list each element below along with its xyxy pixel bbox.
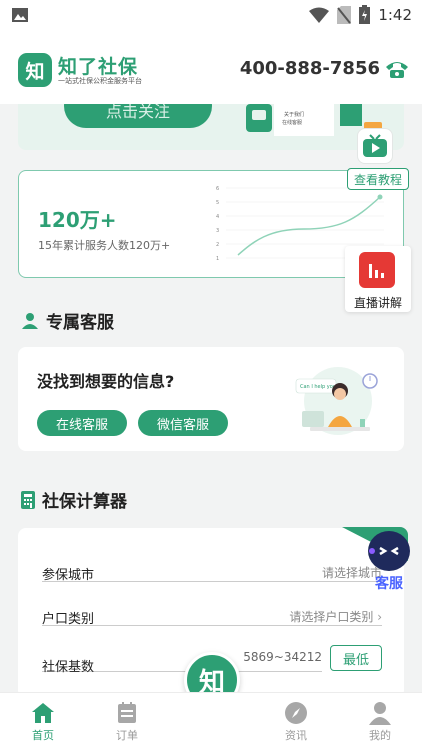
chart-tick-5: 5 [216, 200, 219, 206]
status-bar: 1:42 [0, 0, 422, 30]
tab-orders[interactable]: 订单 [92, 693, 162, 750]
hukou-label: 户口类别 [42, 612, 95, 627]
banner-follow-button[interactable]: 点击关注 [64, 104, 212, 128]
video-tutorial-button[interactable] [357, 128, 393, 164]
tab-profile-label: 我的 [369, 729, 391, 742]
profile-icon [369, 702, 391, 725]
app-header: 知 知了社保 一站式社保公积金服务平台 400-888-7856 [0, 30, 422, 104]
home-icon [32, 703, 54, 723]
banner-art-line-2: 在线客服 [282, 119, 302, 126]
orders-icon [118, 702, 136, 723]
calculator-icon [21, 490, 35, 509]
hukou-value[interactable]: 请选择户口类别 › [289, 608, 382, 625]
city-label: 参保城市 [42, 568, 95, 583]
service-section-label: 专属客服 [46, 313, 114, 333]
wifi-icon [309, 7, 330, 23]
calculator-section-title: 社保计算器 [21, 487, 127, 512]
person-icon [22, 312, 38, 329]
status-time: 1:42 [378, 5, 412, 24]
tab-news-label: 资讯 [285, 729, 307, 742]
banner-art-line-1: 关于我们 [284, 111, 304, 118]
image-notification-icon [12, 8, 28, 22]
customer-service-illustration: Can I help you? [295, 367, 378, 435]
base-row[interactable]: 社保基数 5869~34212 [42, 650, 322, 675]
live-explain-label: 直播讲解 [353, 296, 402, 310]
live-explain-button[interactable]: 直播讲解 [345, 246, 411, 312]
compass-icon [285, 702, 307, 724]
chart-tick-4: 4 [216, 214, 219, 220]
phone-icon[interactable] [384, 59, 410, 79]
chart-tick-3: 3 [216, 228, 219, 234]
base-label: 社保基数 [42, 660, 95, 675]
live-broadcast-icon [359, 252, 395, 288]
logo-icon: 知 [18, 53, 52, 87]
hotline-number[interactable]: 400-888-7856 [240, 58, 380, 79]
minimum-base-button[interactable]: 最低 [330, 645, 382, 671]
service-question: 没找到想要的信息? [37, 372, 175, 391]
floating-service-button[interactable]: 客服 [366, 531, 412, 593]
promo-banner[interactable]: 点击关注 关于我们 在线客服 [18, 104, 404, 150]
city-row[interactable]: 参保城市 请选择城市 [42, 560, 382, 583]
brand-name: 知了社保 [58, 56, 139, 78]
base-value[interactable]: 5869~34212 [243, 650, 322, 664]
chat-bot-icon [368, 531, 410, 571]
tv-play-icon [363, 134, 387, 157]
wechat-service-button[interactable]: 微信客服 [138, 410, 228, 436]
service-section-title: 专属客服 [21, 308, 114, 333]
hukou-value-text: 请选择户口类别 [289, 610, 374, 624]
brand-slogan: 一站式社保公积金服务平台 [58, 77, 142, 85]
view-tutorial-button[interactable]: 查看教程 [347, 168, 409, 190]
stats-value: 120万+ [38, 208, 117, 232]
no-sim-icon [337, 5, 352, 24]
bottom-tab-bar: 首页 订单 资讯 我的 [0, 692, 422, 750]
tab-home[interactable]: 首页 [8, 693, 78, 750]
calculator-section-label: 社保计算器 [42, 492, 127, 512]
chevron-right-icon: › [377, 610, 382, 624]
chart-tick-1: 1 [216, 256, 219, 262]
hukou-row[interactable]: 户口类别 请选择户口类别 › [42, 604, 382, 627]
chart-tick-6: 6 [216, 186, 219, 192]
tab-home-label: 首页 [32, 729, 54, 742]
tab-profile[interactable]: 我的 [345, 693, 415, 750]
stats-description: 15年累计服务人数120万+ [38, 239, 171, 252]
tab-orders-label: 订单 [116, 729, 138, 742]
battery-icon [359, 5, 371, 24]
chart-tick-2: 2 [216, 242, 219, 248]
tab-news[interactable]: 资讯 [261, 693, 331, 750]
floating-service-label: 客服 [375, 576, 403, 592]
service-card: 没找到想要的信息? 在线客服 微信客服 Can I help you? [18, 347, 404, 451]
online-service-button[interactable]: 在线客服 [37, 410, 127, 436]
